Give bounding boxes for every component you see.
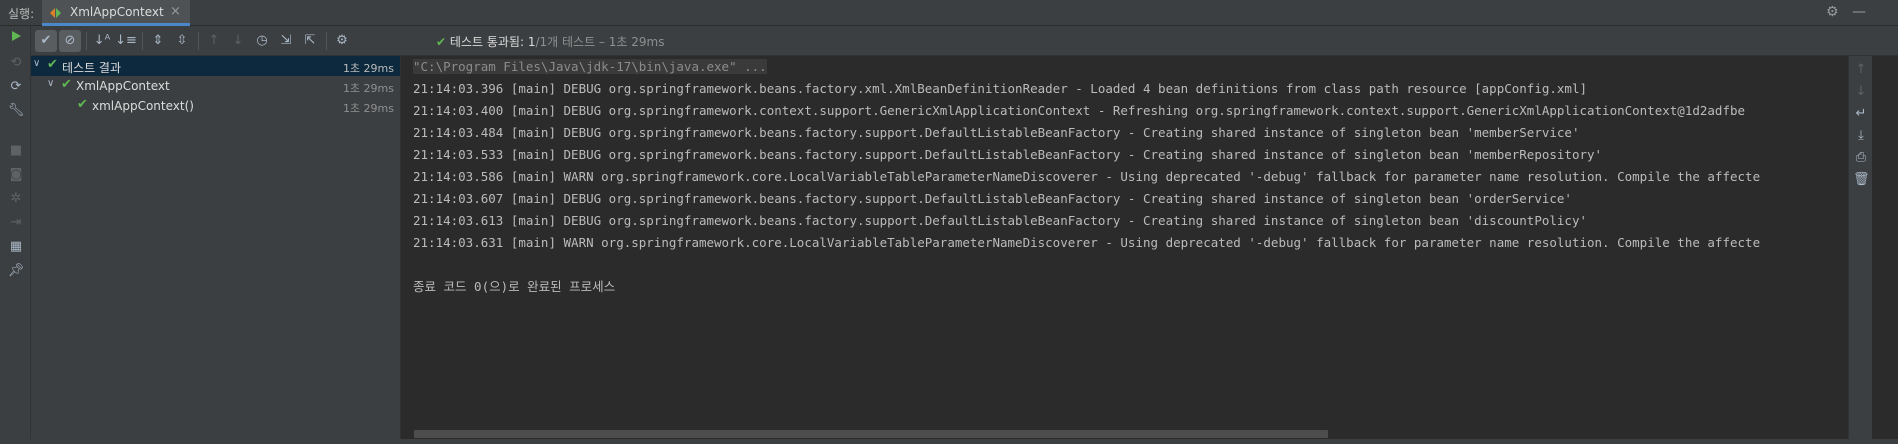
tree-item-time: 1초 29ms xyxy=(342,102,394,115)
exit-icon[interactable]: ⇥ xyxy=(7,214,25,232)
tree-item-label: xmlAppContext() xyxy=(92,99,194,113)
status-detail: /1개 테스트 – 1초 29ms xyxy=(535,35,665,49)
console-line: 21:14:03.400 [main] DEBUG org.springfram… xyxy=(413,103,1746,118)
layout-icon[interactable]: ▦ xyxy=(7,238,25,256)
sort-alphabetically-icon[interactable]: ↓ᴬ xyxy=(91,30,113,52)
scroll-down-icon[interactable]: ↓ xyxy=(1853,84,1869,100)
test-config-icon xyxy=(50,7,64,22)
soft-wrap-icon[interactable]: ↵ xyxy=(1853,106,1869,122)
console-right-toolbar: ↑ ↓ ↵ ⤓ ⎙ 🗑︎ xyxy=(1848,56,1872,444)
check-icon: ✔ xyxy=(436,35,447,49)
show-ignored-no-entry-icon[interactable]: ⊘ xyxy=(59,30,81,52)
run-label: 실행: xyxy=(8,7,35,21)
stop-icon[interactable]: ■ xyxy=(7,142,25,160)
sort-by-duration-icon[interactable]: ↓≡ xyxy=(115,30,137,52)
console-line: 21:14:03.586 [main] WARN org.springframe… xyxy=(413,169,1761,184)
previous-failed-icon[interactable]: ↑ xyxy=(203,30,225,52)
tab-xmlappcontext[interactable]: XmlAppContext × xyxy=(42,0,190,26)
expand-all-icon[interactable]: ⇕ xyxy=(147,30,169,52)
tree-item-time: 1초 29ms xyxy=(342,62,394,75)
chevron-down-icon[interactable]: ∨ xyxy=(33,58,40,69)
status-strip xyxy=(0,439,1898,444)
console-output[interactable]: "C:\Program Files\Java\jdk-17\bin\java.e… xyxy=(401,56,1848,444)
test-results-tree: ∨ ✔ 테스트 결과 1초 29ms ∨ ✔ XmlAppContext 1초 … xyxy=(31,56,401,444)
console-line: 21:14:03.533 [main] DEBUG org.springfram… xyxy=(413,147,1603,162)
test-runner-toolbar: ✔ ⊘ ↓ᴬ ↓≡ ⇕ ⇳ ↑ ↓ ◷ ⇲ ⇱ ⚙ ✔ 테스트 통과됨: 1/1… xyxy=(31,26,1898,56)
print-icon[interactable]: ⎙ xyxy=(1853,150,1869,166)
show-passed-check-icon[interactable]: ✔ xyxy=(35,30,57,52)
camera-icon[interactable]: ◙ xyxy=(7,166,25,184)
console-line: 21:14:03.607 [main] DEBUG org.springfram… xyxy=(413,191,1572,206)
import-tests-icon[interactable]: ⇲ xyxy=(275,30,297,52)
vertical-scroll-area xyxy=(1872,56,1898,444)
run-left-toolbar: ⟲ ⟳ 🔧︎ ■ ◙ ✲ ⇥ ▦ 📌︎ xyxy=(0,26,31,444)
tab-title: XmlAppContext xyxy=(70,5,164,19)
tree-item-label: 테스트 결과 xyxy=(62,61,122,75)
status-text: 테스트 통과됨: xyxy=(449,35,524,49)
tree-item-time: 1초 29ms xyxy=(342,82,394,95)
wrench-icon[interactable]: 🔧︎ xyxy=(7,102,25,120)
test-status: ✔ 테스트 통과됨: 1/1개 테스트 – 1초 29ms xyxy=(436,33,664,50)
scroll-up-icon[interactable]: ↑ xyxy=(1853,62,1869,78)
gear-icon[interactable]: ⚙ xyxy=(331,30,353,52)
check-icon: ✔ xyxy=(61,77,72,92)
tree-item-xmlappcontext-method[interactable]: ✔ xmlAppContext() 1초 29ms xyxy=(31,96,400,116)
settings-small-icon[interactable]: ✲ xyxy=(7,190,25,208)
tree-item-label: XmlAppContext xyxy=(76,79,170,93)
chevron-down-icon[interactable]: ∨ xyxy=(47,78,54,89)
scroll-to-end-icon[interactable]: ⤓ xyxy=(1853,128,1869,144)
horizontal-scrollbar[interactable] xyxy=(414,430,1328,438)
toggle-auto-test-icon[interactable]: ⟳ xyxy=(7,78,25,96)
next-failed-icon[interactable]: ↓ xyxy=(227,30,249,52)
export-tests-icon[interactable]: ⇱ xyxy=(299,30,321,52)
play-icon[interactable] xyxy=(7,30,25,48)
test-history-icon[interactable]: ◷ xyxy=(251,30,273,52)
command-text[interactable]: "C:\Program Files\Java\jdk-17\bin\java.e… xyxy=(413,59,767,74)
check-icon: ✔ xyxy=(47,57,58,72)
tree-item-test-results[interactable]: ∨ ✔ 테스트 결과 1초 29ms xyxy=(31,56,400,76)
tree-item-xmlappcontext[interactable]: ∨ ✔ XmlAppContext 1초 29ms xyxy=(31,76,400,96)
collapse-all-icon[interactable]: ⇳ xyxy=(171,30,193,52)
minimize-icon[interactable]: — xyxy=(1852,4,1866,20)
rerun-failed-icon[interactable]: ⟲ xyxy=(7,54,25,72)
console-line-exit: 종료 코드 0(으)로 완료된 프로세스 xyxy=(413,279,616,294)
console-line: 21:14:03.396 [main] DEBUG org.springfram… xyxy=(413,81,1587,96)
console-line: 21:14:03.631 [main] WARN org.springframe… xyxy=(413,235,1761,250)
pin-icon[interactable]: 📌︎ xyxy=(7,262,25,280)
close-tab-icon[interactable]: × xyxy=(170,4,181,19)
console-line-command: "C:\Program Files\Java\jdk-17\bin\java.e… xyxy=(413,56,1760,78)
gear-icon[interactable]: ⚙ xyxy=(1826,4,1839,20)
run-tool-window-header: 실행: XmlAppContext × ⚙ — xyxy=(0,0,1898,26)
console-line: 21:14:03.613 [main] DEBUG org.springfram… xyxy=(413,213,1587,228)
console-line: 21:14:03.484 [main] DEBUG org.springfram… xyxy=(413,125,1580,140)
trash-icon[interactable]: 🗑︎ xyxy=(1853,172,1870,188)
check-icon: ✔ xyxy=(77,97,88,112)
